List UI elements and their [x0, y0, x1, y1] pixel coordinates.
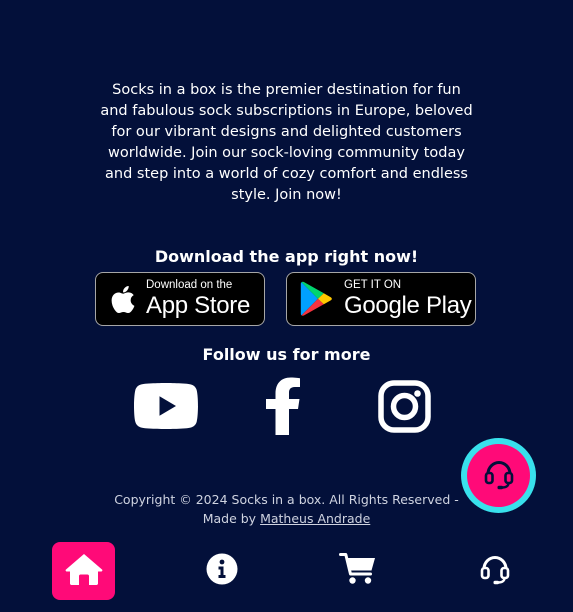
support-fab[interactable]: [461, 438, 536, 513]
headset-icon: [482, 457, 516, 495]
page: Socks in a box is the premier destinatio…: [0, 0, 573, 612]
google-play-big-label: Google Play: [344, 291, 472, 319]
nav-cart-button[interactable]: [326, 542, 389, 600]
nav-support-button[interactable]: [463, 542, 526, 600]
app-store-button[interactable]: Download on the App Store: [95, 272, 265, 326]
bottom-nav: [0, 536, 573, 612]
app-store-big-label: App Store: [146, 291, 251, 319]
support-fab-inner: [467, 444, 530, 507]
facebook-icon: [263, 377, 303, 439]
info-icon: [206, 553, 238, 589]
home-icon: [64, 552, 104, 590]
copyright-footer: Copyright © 2024 Socks in a box. All Rig…: [100, 490, 473, 528]
instagram-link[interactable]: [378, 380, 431, 437]
author-link[interactable]: Matheus Andrade: [260, 511, 370, 526]
google-play-icon: [299, 281, 335, 317]
apple-icon: [108, 284, 138, 315]
instagram-icon: [378, 380, 431, 437]
follow-title: Follow us for more: [202, 345, 371, 364]
youtube-link[interactable]: [134, 383, 198, 433]
app-store-small-label: Download on the: [146, 279, 233, 292]
google-play-button[interactable]: GET IT ON Google Play: [286, 272, 476, 326]
cart-icon: [338, 552, 377, 590]
google-play-small-label: GET IT ON: [344, 279, 402, 292]
nav-info-button[interactable]: [190, 542, 253, 600]
about-text: Socks in a box is the premier destinatio…: [100, 82, 473, 203]
nav-home-button[interactable]: [52, 542, 115, 600]
download-title: Download the app right now!: [154, 247, 419, 266]
facebook-link[interactable]: [263, 377, 303, 439]
headset-icon: [478, 552, 512, 590]
youtube-icon: [134, 383, 198, 433]
